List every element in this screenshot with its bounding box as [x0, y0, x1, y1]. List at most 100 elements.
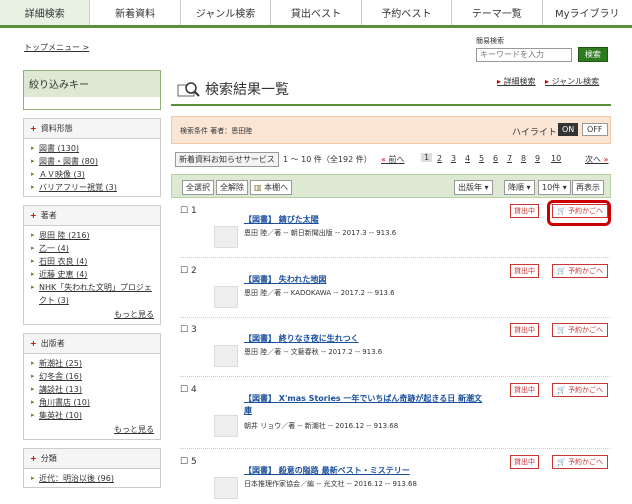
facet-item[interactable]: 講談社 (13) — [31, 383, 154, 396]
plus-icon: + — [30, 454, 37, 463]
facet-classification: +分類 近代：明治以後 (96) — [23, 448, 161, 488]
sort-order-select[interactable]: 降順 ▾ — [504, 180, 535, 195]
prev-link[interactable]: « 前へ — [381, 154, 404, 165]
facet-item[interactable]: 近藤 史恵 (4) — [31, 268, 154, 281]
facet-item[interactable]: 集英社 (10) — [31, 409, 154, 422]
facet-header[interactable]: + 出版者 — [24, 334, 160, 354]
result-title[interactable]: 【図書】 終りなき夜に生れつく — [244, 333, 484, 345]
tab-new-items[interactable]: 新着資料 — [90, 0, 181, 25]
page-link[interactable]: 9 — [535, 154, 540, 163]
result-checkbox[interactable]: ☐ 4 — [180, 385, 197, 395]
page-link[interactable]: 10 — [551, 154, 561, 163]
facet-publisher: +出版者 新潮社 (25) 幻冬舎 (16) 講談社 (13) 角川書店 (10… — [23, 333, 161, 440]
result-item: ☐ 5 【図書】 殺意の隘路 最新ベスト・ミステリー 日本推理作家協会／編 --… — [180, 455, 610, 504]
tab-detail-search[interactable]: 詳細検索 — [0, 0, 91, 25]
result-meta: 朝井 リョウ／著 -- 新潮社 -- 2016.12 -- 913.68 — [244, 422, 399, 430]
facet-item[interactable]: NHK「失われた文明」プロジェクト (3) — [31, 281, 154, 307]
reserve-cart-button[interactable]: 🛒 予約かごへ — [552, 264, 608, 278]
result-checkbox[interactable]: ☐ 5 — [180, 457, 197, 467]
quick-search: 簡易検索 検索 — [476, 36, 608, 62]
cart-icon: 🛒 — [557, 326, 566, 334]
bookshelf-button[interactable]: ▥ 本棚へ — [250, 180, 293, 195]
page-link[interactable]: 3 — [451, 154, 456, 163]
bookshelf-icon: ▥ — [254, 183, 262, 192]
page-link[interactable]: 8 — [521, 154, 526, 163]
quick-search-label: 簡易検索 — [476, 37, 504, 45]
next-link[interactable]: 次へ » — [585, 154, 608, 165]
tab-genre-search[interactable]: ジャンル検索 — [180, 0, 272, 25]
facet-item[interactable]: 石田 衣良 (4) — [31, 255, 154, 268]
more-link[interactable]: もっと見る — [24, 309, 160, 324]
cart-icon: 🛒 — [557, 458, 566, 466]
more-link[interactable]: もっと見る — [24, 424, 160, 439]
facet-header[interactable]: + 著者 — [24, 206, 160, 226]
result-item: ☐ 1 【図書】 錆びた太陽 恩田 陸／著 -- 朝日新聞出版 -- 2017.… — [180, 204, 610, 258]
genre-search-link[interactable]: ▸ ジャンル検索 — [545, 76, 599, 87]
result-checkbox[interactable]: ☐ 1 — [180, 206, 197, 216]
result-title[interactable]: 【図書】 錆びた太陽 — [244, 214, 484, 226]
page-link[interactable]: 6 — [493, 154, 498, 163]
tab-reserve-best[interactable]: 予約ベスト — [361, 0, 453, 25]
facet-header[interactable]: + 分類 — [24, 449, 160, 469]
redisplay-button[interactable]: 再表示 — [572, 180, 604, 195]
tab-lending-best[interactable]: 貸出ベスト — [271, 0, 362, 25]
facet-header[interactable]: + 資料形態 — [24, 119, 160, 139]
highlight-on-button[interactable]: ON — [558, 123, 579, 136]
facet-item[interactable]: ＡＶ映像 (3) — [31, 168, 154, 181]
cart-icon: 🛒 — [557, 386, 566, 394]
book-icon — [214, 345, 238, 367]
page-link[interactable]: 2 — [437, 154, 442, 163]
facet-item[interactable]: 乙一 (4) — [31, 242, 154, 255]
plus-icon: + — [30, 339, 37, 348]
result-count: 1 ～ 10 件（全192 件） — [283, 155, 372, 164]
result-checkbox[interactable]: ☐ 3 — [180, 325, 197, 335]
facet-item[interactable]: バリアフリー視覚 (3) — [31, 181, 154, 194]
results-header: 検索結果一覧 ▸ 詳細検索 ▸ ジャンル検索 — [171, 70, 611, 106]
highlight-off-button[interactable]: OFF — [582, 123, 608, 136]
breadcrumb[interactable]: トップメニュー > — [24, 42, 89, 53]
book-icon — [214, 286, 238, 308]
pager: 新着資料お知らせサービス 1 ～ 10 件（全192 件） « 前へ 1 2 3… — [171, 150, 611, 170]
book-icon — [214, 226, 238, 248]
facet-author: +著者 恩田 陸 (216) 乙一 (4) 石田 衣良 (4) 近藤 史恵 (4… — [23, 205, 161, 325]
top-nav: 詳細検索 新着資料 ジャンル検索 貸出ベスト 予約ベスト テーマ一覧 Myライブ… — [0, 0, 632, 28]
new-items-notify-button[interactable]: 新着資料お知らせサービス — [175, 152, 279, 167]
facet-item[interactable]: 図書 (130) — [31, 142, 154, 155]
reserve-cart-button[interactable]: 🛒 予約かごへ — [552, 323, 608, 337]
facet-item[interactable]: 新潮社 (25) — [31, 357, 154, 370]
facet-item[interactable]: 図書・図書 (80) — [31, 155, 154, 168]
lending-badge: 貸出中 — [510, 323, 539, 337]
result-checkbox[interactable]: ☐ 2 — [180, 266, 197, 276]
result-title[interactable]: 【図書】 失われた地図 — [244, 274, 484, 286]
tab-my-library[interactable]: Myライブラリ — [542, 0, 632, 25]
lending-badge: 貸出中 — [510, 264, 539, 278]
page-link[interactable]: 4 — [465, 154, 470, 163]
cart-icon: 🛒 — [557, 267, 566, 275]
facet-item[interactable]: 幻冬舎 (16) — [31, 370, 154, 383]
reserve-cart-button[interactable]: 🛒 予約かごへ — [552, 383, 608, 397]
facet-item[interactable]: 角川書店 (10) — [31, 396, 154, 409]
result-title[interactable]: 【図書】 殺意の隘路 最新ベスト・ミステリー — [244, 465, 484, 477]
highlight-annotation-ring — [547, 200, 611, 226]
detail-search-link[interactable]: ▸ 詳細検索 — [497, 76, 536, 87]
quick-search-input[interactable] — [476, 47, 572, 62]
lending-badge: 貸出中 — [510, 455, 539, 469]
facet-material-type: +資料形態 図書 (130) 図書・図書 (80) ＡＶ映像 (3) バリアフリ… — [23, 118, 161, 197]
page-link[interactable]: 7 — [507, 154, 512, 163]
page-link[interactable]: 1 — [421, 153, 433, 162]
book-icon — [214, 415, 238, 437]
per-page-select[interactable]: 10件 ▾ — [538, 180, 571, 195]
facet-item[interactable]: 恩田 陸 (216) — [31, 229, 154, 242]
result-title[interactable]: 【図書】 X'mas Stories 一年でいちばん奇跡が起きる日 新潮文庫 — [244, 393, 484, 417]
facet-item[interactable]: 近代：明治以後 (96) — [31, 472, 154, 485]
deselect-all-button[interactable]: 全解除 — [216, 180, 248, 195]
quick-search-button[interactable]: 検索 — [577, 47, 608, 62]
sort-field-select[interactable]: 出版年 ▾ — [454, 180, 493, 195]
sidebar-title: 絞り込みキー — [29, 80, 89, 91]
reserve-cart-button[interactable]: 🛒 予約かごへ — [552, 455, 608, 469]
tab-theme-list[interactable]: テーマ一覧 — [452, 0, 543, 25]
result-item: ☐ 4 【図書】 X'mas Stories 一年でいちばん奇跡が起きる日 新潮… — [180, 383, 610, 449]
select-all-button[interactable]: 全選択 — [182, 180, 214, 195]
result-meta: 恩田 陸／著 -- 文藝春秋 -- 2017.2 -- 913.6 — [244, 348, 383, 356]
page-link[interactable]: 5 — [479, 154, 484, 163]
